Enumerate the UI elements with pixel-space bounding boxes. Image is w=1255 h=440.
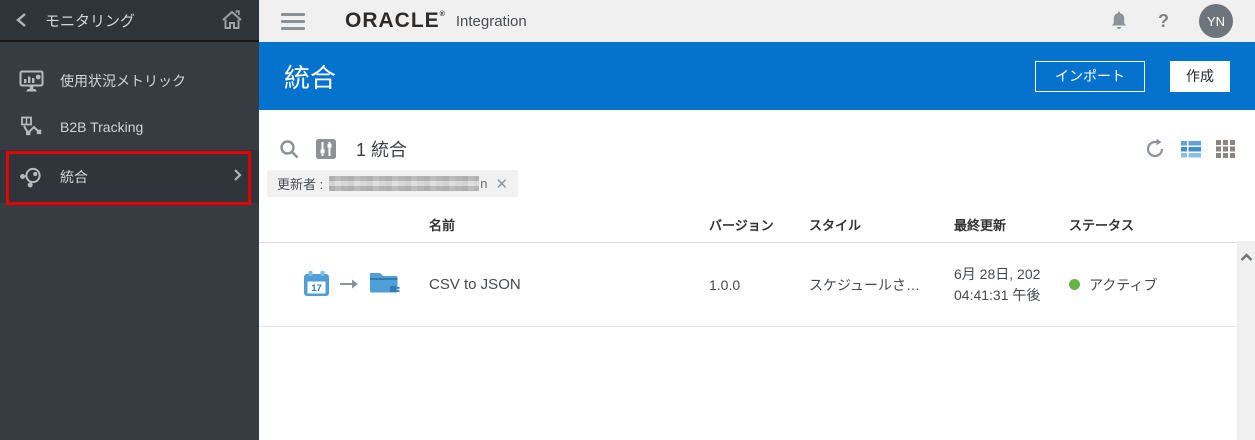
filter-chip: 更新者 : n ✕ bbox=[267, 170, 518, 197]
column-last-updated[interactable]: 最終更新 bbox=[954, 215, 1069, 234]
notifications-bell-icon[interactable] bbox=[1110, 11, 1128, 31]
avatar[interactable]: YN bbox=[1199, 4, 1233, 38]
sidebar-nav: 使用状況メトリック B2B Tracking bbox=[0, 42, 259, 203]
main-area: ORACLE® Integration ? YN 統合 インポート 作成 bbox=[259, 0, 1255, 440]
sidebar-item-usage-metrics[interactable]: 使用状況メトリック bbox=[0, 58, 259, 104]
scroll-up-icon[interactable] bbox=[1240, 249, 1253, 440]
topbar: ORACLE® Integration ? YN bbox=[259, 0, 1255, 42]
integration-count: 1 統合 bbox=[356, 136, 407, 162]
grid-view-icon[interactable] bbox=[1216, 140, 1235, 158]
hamburger-menu-icon[interactable] bbox=[281, 13, 305, 30]
sidebar-header: モニタリング bbox=[0, 0, 259, 42]
column-name[interactable]: 名前 bbox=[429, 215, 709, 234]
product-name: Integration bbox=[456, 13, 527, 30]
usage-metrics-icon bbox=[17, 70, 45, 93]
toolbar: 1 統合 bbox=[259, 135, 1255, 163]
status-label: アクティブ bbox=[1089, 275, 1157, 295]
import-button[interactable]: インポート bbox=[1035, 61, 1145, 92]
sidebar: モニタリング bbox=[0, 0, 259, 440]
table-row[interactable]: 17 bbox=[259, 243, 1237, 327]
page-title: 統合 bbox=[284, 58, 1035, 95]
page-header: 統合 インポート 作成 bbox=[259, 42, 1255, 110]
back-chevron-icon[interactable] bbox=[16, 12, 27, 28]
table-header: 名前 バージョン スタイル 最終更新 ステータス bbox=[259, 206, 1237, 243]
column-style[interactable]: スタイル bbox=[809, 215, 954, 234]
refresh-icon[interactable] bbox=[1144, 138, 1166, 160]
filter-chip-row: 更新者 : n ✕ bbox=[259, 170, 1255, 197]
oracle-logo: ORACLE® bbox=[345, 9, 446, 33]
help-icon[interactable]: ? bbox=[1158, 11, 1169, 32]
registered-mark: ® bbox=[440, 11, 446, 18]
sidebar-item-label: 統合 bbox=[60, 167, 88, 187]
sidebar-title: モニタリング bbox=[45, 10, 221, 31]
filter-chip-label: 更新者 : bbox=[277, 174, 323, 193]
content: 1 統合 bbox=[259, 110, 1255, 440]
sidebar-item-integration[interactable]: 統合 bbox=[0, 150, 259, 203]
integration-icon bbox=[17, 165, 45, 188]
search-icon[interactable] bbox=[279, 139, 300, 160]
svg-text:17: 17 bbox=[311, 283, 322, 294]
row-status: アクティブ bbox=[1069, 275, 1237, 295]
list-view-icon[interactable] bbox=[1181, 141, 1201, 158]
b2b-tracking-icon bbox=[17, 116, 45, 138]
sidebar-item-label: 使用状況メトリック bbox=[60, 71, 186, 91]
row-style: スケジュールさ… bbox=[809, 275, 954, 295]
column-version[interactable]: バージョン bbox=[709, 215, 809, 234]
row-icons-cell: 17 bbox=[259, 269, 429, 300]
schedule-calendar-icon: 17 bbox=[303, 270, 330, 300]
row-name: CSV to JSON bbox=[429, 276, 709, 293]
redacted-filter-value bbox=[329, 176, 479, 191]
arrow-right-icon bbox=[339, 277, 359, 293]
row-version: 1.0.0 bbox=[709, 277, 809, 293]
filter-value-tail: n bbox=[480, 176, 487, 191]
app-window: モニタリング bbox=[0, 0, 1255, 440]
status-active-dot-icon bbox=[1069, 279, 1080, 290]
vertical-scrollbar[interactable] bbox=[1237, 241, 1255, 440]
integration-target-icon bbox=[368, 269, 400, 300]
row-last-updated: 6月 28日, 202 04:41:31 午後 bbox=[954, 264, 1069, 305]
column-status[interactable]: ステータス bbox=[1069, 215, 1237, 234]
sidebar-item-label: B2B Tracking bbox=[60, 119, 143, 135]
home-icon[interactable] bbox=[221, 10, 243, 30]
sidebar-item-b2b-tracking[interactable]: B2B Tracking bbox=[0, 104, 259, 150]
filter-icon[interactable] bbox=[316, 139, 336, 159]
chip-close-icon[interactable]: ✕ bbox=[495, 175, 508, 193]
create-button[interactable]: 作成 bbox=[1170, 61, 1230, 92]
chevron-right-icon bbox=[233, 168, 242, 185]
